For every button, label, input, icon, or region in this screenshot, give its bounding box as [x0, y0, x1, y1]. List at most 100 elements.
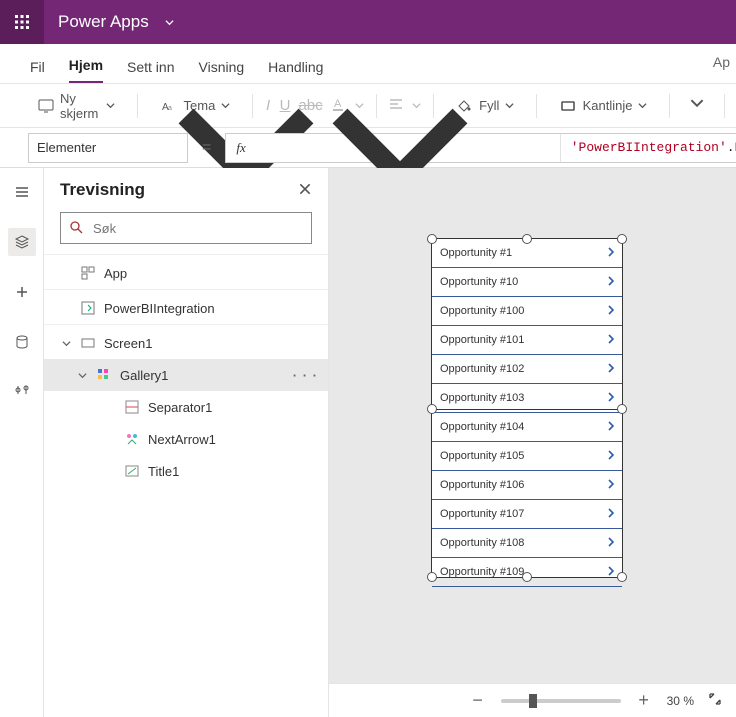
resize-handle[interactable]: [522, 234, 532, 244]
gallery-icon: [96, 367, 112, 383]
zoom-slider[interactable]: [501, 699, 621, 703]
expand-toggle[interactable]: [60, 339, 72, 348]
border-button[interactable]: Kantlinje: [549, 91, 658, 121]
label-icon: [124, 463, 140, 479]
chevron-right-icon[interactable]: [606, 566, 616, 579]
gallery-item-title: Opportunity #1: [440, 247, 512, 259]
tab-home[interactable]: Hjem: [69, 47, 103, 83]
tab-insert[interactable]: Sett inn: [127, 49, 174, 83]
resize-handle[interactable]: [427, 234, 437, 244]
tree-node-label: Title1: [148, 464, 318, 479]
chevron-right-icon[interactable]: [606, 392, 616, 405]
chevron-right-icon[interactable]: [606, 508, 616, 521]
tree-search-box[interactable]: [60, 212, 312, 244]
chevron-right-icon[interactable]: [606, 537, 616, 550]
title-bar: Power Apps: [0, 0, 736, 44]
tree-node-separator1[interactable]: Separator1: [44, 391, 328, 423]
resize-handle[interactable]: [617, 572, 627, 582]
chevron-right-icon[interactable]: [606, 450, 616, 463]
chevron-right-icon[interactable]: [606, 305, 616, 318]
formula-literal: 'PowerBIIntegration': [571, 140, 727, 155]
tree-node-gallery1[interactable]: Gallery1 · · ·: [44, 359, 328, 391]
gallery-item[interactable]: Opportunity #10: [432, 268, 622, 297]
gallery-item-title: Opportunity #107: [440, 508, 524, 520]
resize-handle[interactable]: [617, 404, 627, 414]
expand-toggle[interactable]: [76, 371, 88, 380]
gallery-item[interactable]: Opportunity #105: [432, 442, 622, 471]
gallery-item-title: Opportunity #102: [440, 363, 524, 375]
rail-treeview-button[interactable]: [8, 228, 36, 256]
tree-node-label: Gallery1: [120, 368, 285, 383]
screen-icon: [80, 335, 96, 351]
gallery-item-title: Opportunity #104: [440, 421, 524, 433]
chevron-right-icon[interactable]: [606, 334, 616, 347]
tree-search-input[interactable]: [91, 220, 303, 237]
tree-node-label: App: [104, 266, 318, 281]
design-canvas[interactable]: Opportunity #1 Opportunity #10 Opportunity…: [329, 168, 736, 717]
gallery-item[interactable]: Opportunity #104: [432, 413, 622, 442]
formula-input[interactable]: 'PowerBIIntegration'.Data: [561, 140, 736, 155]
tree-node-powerbiintegration[interactable]: PowerBIIntegration: [44, 292, 328, 324]
tree-node-label: Screen1: [104, 336, 318, 351]
gallery-item-title: Opportunity #103: [440, 392, 524, 404]
gallery-control[interactable]: Opportunity #1 Opportunity #10 Opportunity…: [431, 238, 623, 578]
tree-node-screen1[interactable]: Screen1: [44, 327, 328, 359]
rail-data-button[interactable]: [8, 328, 36, 356]
chevron-right-icon[interactable]: [606, 247, 616, 260]
zoom-slider-thumb[interactable]: [529, 694, 537, 708]
formula-bar: Elementer = fx 'PowerBIIntegration'.Data: [0, 128, 736, 168]
zoom-out-button[interactable]: −: [469, 690, 487, 711]
new-screen-label: Ny skjerm: [60, 91, 100, 121]
chevron-right-icon[interactable]: [606, 479, 616, 492]
resize-handle[interactable]: [522, 572, 532, 582]
zoom-in-button[interactable]: +: [635, 690, 653, 711]
gallery-item[interactable]: Opportunity #101: [432, 326, 622, 355]
app-launcher-button[interactable]: [0, 0, 44, 44]
tree-node-nextarrow1[interactable]: NextArrow1: [44, 423, 328, 455]
tree-panel: Trevisning App PowerBIIntegration: [44, 168, 329, 717]
gallery-item[interactable]: Opportunity #108: [432, 529, 622, 558]
search-icon: [69, 220, 83, 237]
divider: [44, 324, 328, 325]
fx-button[interactable]: fx: [226, 134, 560, 162]
tree-panel-close-button[interactable]: [298, 182, 312, 199]
rail-insert-button[interactable]: [8, 278, 36, 306]
status-bar: − + 30 %: [329, 683, 736, 717]
menu-bar: Fil Hjem Sett inn Visning Handling Ap: [0, 44, 736, 84]
tree-node-app[interactable]: App: [44, 257, 328, 289]
gallery-item[interactable]: Opportunity #107: [432, 500, 622, 529]
chevron-right-icon[interactable]: [606, 363, 616, 376]
ribbon-collapse-button[interactable]: [682, 96, 712, 115]
chevron-right-icon[interactable]: [606, 421, 616, 434]
tree-node-more-button[interactable]: · · ·: [293, 368, 318, 383]
tree-node-label: NextArrow1: [148, 432, 318, 447]
divider: [44, 254, 328, 255]
tab-file[interactable]: Fil: [30, 49, 45, 83]
gallery-item[interactable]: Opportunity #100: [432, 297, 622, 326]
chevron-right-icon[interactable]: [606, 276, 616, 289]
tree-panel-title: Trevisning: [60, 180, 145, 200]
left-rail: [0, 168, 44, 717]
tree: App PowerBIIntegration Screen1 Gallery1 …: [44, 257, 328, 717]
selection-midline: [432, 409, 622, 410]
fit-to-window-button[interactable]: [708, 692, 722, 709]
tab-action[interactable]: Handling: [268, 49, 323, 83]
tree-node-title1[interactable]: Title1: [44, 455, 328, 487]
app-switcher-caret[interactable]: [165, 15, 174, 30]
gallery-item-title: Opportunity #100: [440, 305, 524, 317]
resize-handle[interactable]: [617, 234, 627, 244]
gallery-item-title: Opportunity #10: [440, 276, 518, 288]
gallery-item-title: Opportunity #108: [440, 537, 524, 549]
resize-handle[interactable]: [427, 572, 437, 582]
gallery-item[interactable]: Opportunity #106: [432, 471, 622, 500]
tree-node-label: PowerBIIntegration: [104, 301, 318, 316]
tab-view[interactable]: Visning: [199, 49, 245, 83]
resize-handle[interactable]: [427, 404, 437, 414]
rail-hamburger-button[interactable]: [8, 178, 36, 206]
workspace: Trevisning App PowerBIIntegration: [0, 168, 736, 717]
zoom-value: 30 %: [667, 694, 694, 708]
gallery-item[interactable]: Opportunity #102: [432, 355, 622, 384]
property-selector[interactable]: Elementer: [28, 133, 188, 163]
rail-tools-button[interactable]: [8, 378, 36, 406]
menu-overflow-stub: Ap: [713, 54, 730, 70]
